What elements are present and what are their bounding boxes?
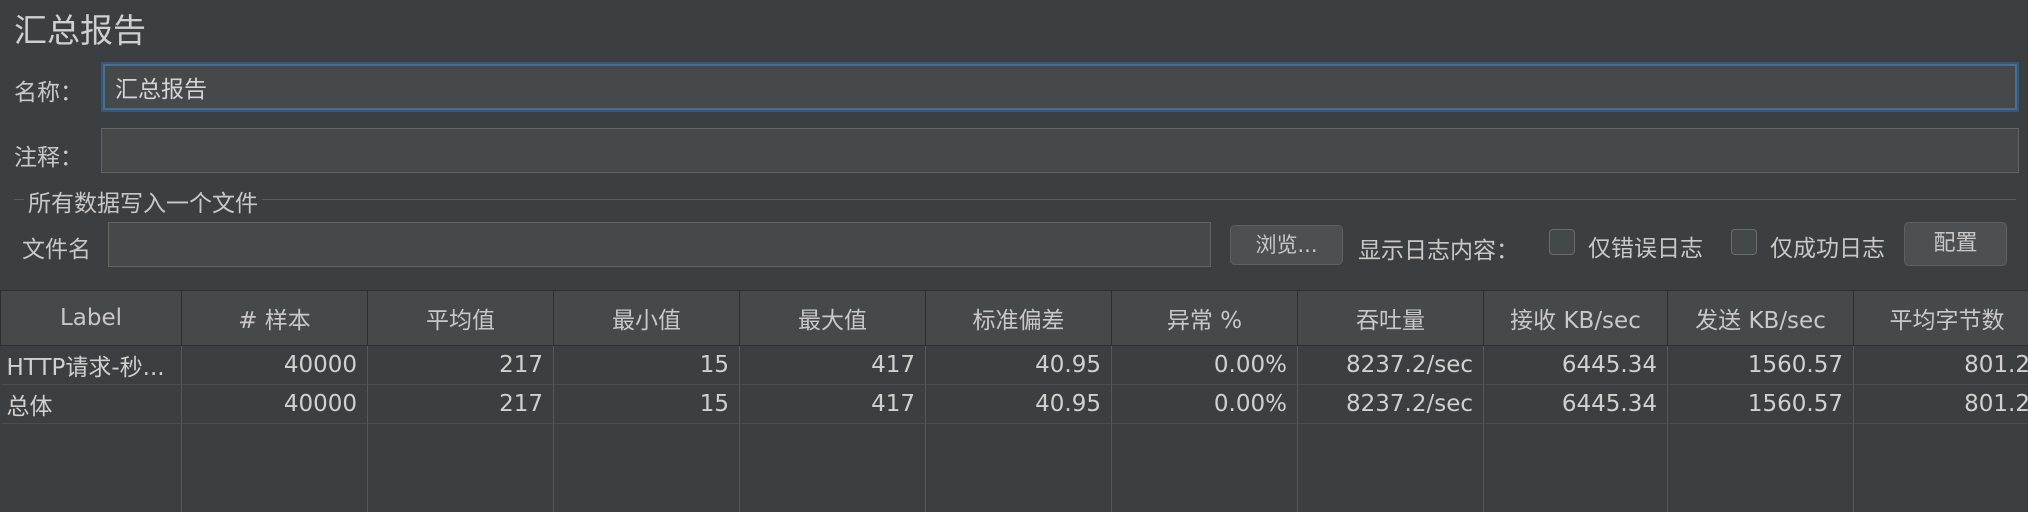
table-cell: 217 <box>368 346 554 385</box>
table-row[interactable]: HTTP请求-秒... 40000 217 15 417 40.95 0.00%… <box>1 346 2028 385</box>
file-group-title: 所有数据写入一个文件 <box>24 184 262 218</box>
errors-only-checkbox[interactable] <box>1549 229 1575 255</box>
table-cell: 801.2 <box>1854 346 2028 385</box>
table-cell: 40000 <box>182 346 368 385</box>
file-group-border <box>14 199 2016 200</box>
filename-label: 文件名 <box>22 230 91 264</box>
name-input[interactable] <box>103 64 2017 110</box>
table-header-row: Label # 样本 平均值 最小值 最大值 标准偏差 异常 % 吞吐量 接收 … <box>1 291 2028 346</box>
log-content-label: 显示日志内容： <box>1358 231 1519 265</box>
table-cell: 40.95 <box>926 346 1112 385</box>
table-cell: 8237.2/sec <box>1298 385 1484 424</box>
table-cell: 1560.57 <box>1668 385 1854 424</box>
table-cell: 6445.34 <box>1484 346 1668 385</box>
column-header-error-pct[interactable]: 异常 % <box>1112 291 1298 346</box>
summary-table: Label # 样本 平均值 最小值 最大值 标准偏差 异常 % 吞吐量 接收 … <box>0 290 2028 512</box>
table-cell: 15 <box>554 385 740 424</box>
column-header-samples[interactable]: # 样本 <box>182 291 368 346</box>
filename-input[interactable] <box>108 222 1211 267</box>
column-header-average[interactable]: 平均值 <box>368 291 554 346</box>
success-only-checkbox[interactable] <box>1731 229 1757 255</box>
table-cell: 总体 <box>1 385 182 424</box>
table-cell: 217 <box>368 385 554 424</box>
table-cell: 6445.34 <box>1484 385 1668 424</box>
column-header-sent-kb[interactable]: 发送 KB/sec <box>1668 291 1854 346</box>
table-row[interactable]: 总体 40000 217 15 417 40.95 0.00% 8237.2/s… <box>1 385 2028 424</box>
errors-only-label: 仅错误日志 <box>1588 229 1703 263</box>
comment-label: 注释： <box>14 138 83 172</box>
column-header-throughput[interactable]: 吞吐量 <box>1298 291 1484 346</box>
table-cell: 0.00% <box>1112 385 1298 424</box>
column-header-label[interactable]: Label <box>1 291 182 346</box>
column-header-avg-bytes[interactable]: 平均字节数 <box>1854 291 2028 346</box>
table-cell: 0.00% <box>1112 346 1298 385</box>
name-label: 名称： <box>14 73 83 107</box>
page-title: 汇总报告 <box>14 4 146 52</box>
table-cell: 417 <box>740 385 926 424</box>
table-cell: 417 <box>740 346 926 385</box>
table-cell: 1560.57 <box>1668 346 1854 385</box>
browse-button[interactable]: 浏览... <box>1230 225 1343 265</box>
table-cell: HTTP请求-秒... <box>1 346 182 385</box>
column-header-received-kb[interactable]: 接收 KB/sec <box>1484 291 1668 346</box>
column-header-min[interactable]: 最小值 <box>554 291 740 346</box>
table-cell: 40000 <box>182 385 368 424</box>
table-cell: 15 <box>554 346 740 385</box>
success-only-label: 仅成功日志 <box>1770 229 1885 263</box>
column-header-std-dev[interactable]: 标准偏差 <box>926 291 1112 346</box>
configure-button[interactable]: 配置 <box>1904 222 2007 266</box>
table-empty-area <box>1 424 2028 512</box>
table-cell: 801.2 <box>1854 385 2028 424</box>
comment-input[interactable] <box>101 128 2019 173</box>
table-cell: 8237.2/sec <box>1298 346 1484 385</box>
table-cell: 40.95 <box>926 385 1112 424</box>
column-header-max[interactable]: 最大值 <box>740 291 926 346</box>
